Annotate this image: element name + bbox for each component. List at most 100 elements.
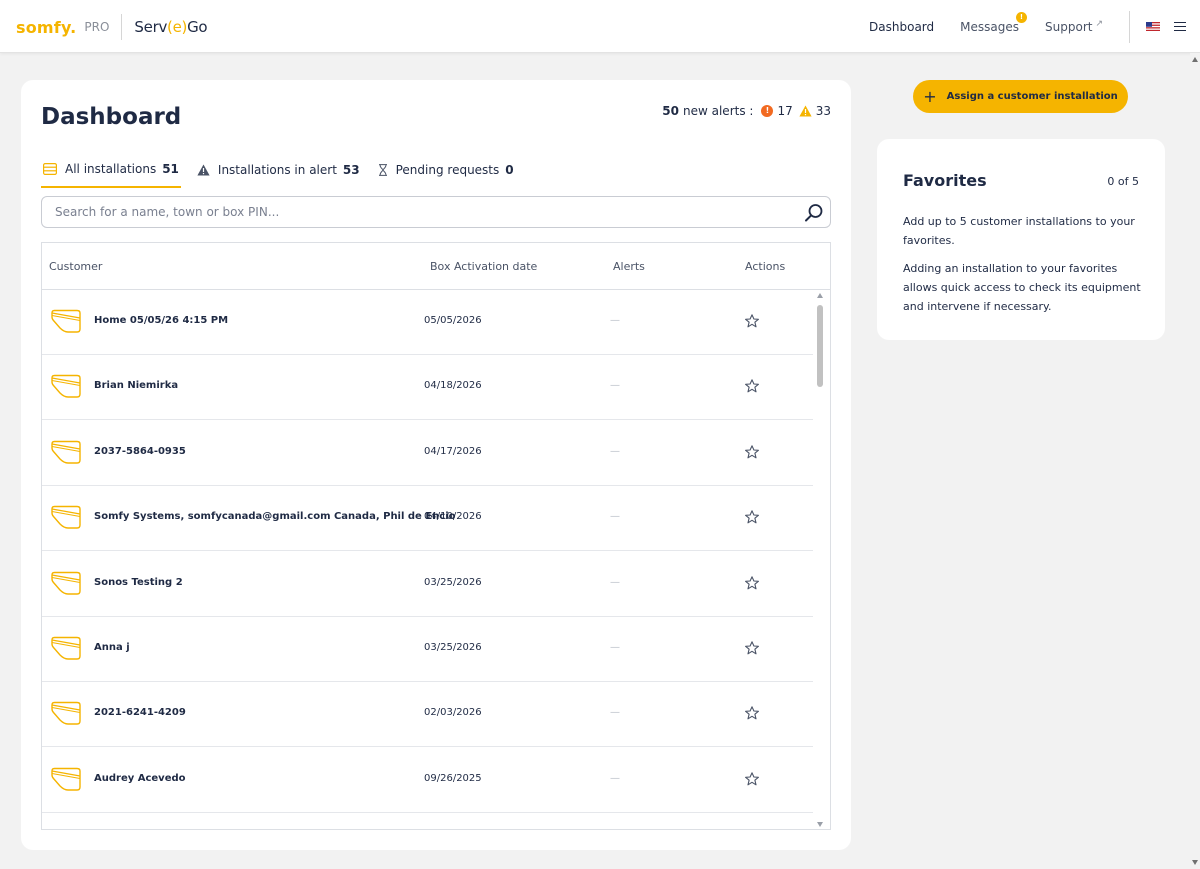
table-row[interactable]: Anna j 03/25/2026 — — [42, 617, 813, 682]
assign-installation-button[interactable]: + Assign a customer installation — [913, 80, 1128, 113]
installation-folder-icon — [50, 766, 82, 796]
alerts-text: new alerts : — [683, 104, 754, 118]
table-row[interactable]: Brian Niemirka 04/18/2026 — — [42, 355, 813, 421]
us-flag-icon[interactable] — [1146, 22, 1160, 31]
table-row[interactable]: Audrey Acevedo 09/26/2025 — — [42, 748, 813, 813]
favorite-star-icon[interactable] — [745, 444, 759, 463]
top-bar: somfy. PRO Serv(e)Go Dashboard Messages!… — [0, 0, 1200, 53]
favorites-text-1: Add up to 5 customer installations to yo… — [903, 215, 1135, 247]
activation-date: 03/25/2026 — [424, 642, 482, 653]
table-row[interactable]: Somfy Systems, somfycanada@gmail.com Can… — [42, 486, 813, 552]
tab-all-installations-count: 51 — [162, 162, 179, 176]
installation-folder-icon — [50, 504, 82, 534]
tab-pending-requests-count: 0 — [505, 163, 514, 177]
tab-all-installations[interactable]: All installations 51 — [41, 160, 181, 188]
favorite-star-icon[interactable] — [745, 705, 759, 724]
alerts-value: — — [610, 380, 620, 392]
favorite-star-icon[interactable] — [745, 313, 759, 332]
window-scroll-up-icon[interactable] — [1192, 57, 1198, 62]
column-actions: Actions — [745, 260, 786, 273]
table-row[interactable]: Sonos Testing 2 03/25/2026 — — [42, 552, 813, 617]
alerts-value: — — [610, 707, 620, 719]
installation-tabs: All installations 51 Installations in al… — [41, 160, 530, 188]
activation-date: 03/25/2026 — [424, 576, 482, 588]
error-icon: ! — [761, 105, 774, 117]
hourglass-icon — [378, 164, 388, 176]
alerts-value: — — [610, 772, 620, 784]
hamburger-menu-icon[interactable] — [1174, 21, 1186, 32]
external-link-icon: ↗ — [1095, 19, 1103, 29]
favorite-star-icon[interactable] — [745, 575, 759, 594]
tab-installations-in-alert-count: 53 — [342, 163, 360, 177]
installation-folder-icon — [50, 373, 82, 403]
window-scroll-down-icon[interactable] — [1192, 860, 1198, 865]
nav-dashboard[interactable]: Dashboard — [869, 20, 934, 34]
servego-logo-pre: Serv — [134, 18, 168, 36]
warning-icon — [799, 105, 812, 117]
alerts-value: — — [610, 642, 620, 653]
customer-name[interactable]: Anna j — [94, 642, 130, 653]
table-scrollbar[interactable] — [814, 291, 826, 829]
scroll-down-arrow-icon[interactable] — [817, 822, 823, 827]
messages-badge: ! — [1016, 11, 1028, 23]
assign-installation-label: Assign a customer installation — [946, 91, 1118, 102]
nav-support[interactable]: Support ↗ — [1045, 19, 1103, 34]
plus-icon: + — [923, 86, 937, 106]
error-count: 17 — [777, 104, 793, 118]
customer-name[interactable]: Audrey Acevedo — [94, 773, 186, 784]
nav-support-label: Support — [1045, 20, 1093, 34]
page-title: Dashboard — [41, 104, 182, 130]
nav-divider — [1129, 10, 1130, 43]
table-header: Customer Box Activation date Alerts Acti… — [42, 243, 830, 290]
favorite-star-icon[interactable] — [745, 509, 759, 528]
customer-name[interactable]: Brian Niemirka — [94, 380, 178, 391]
installation-folder-icon — [50, 308, 82, 338]
table-row[interactable]: 2037-5864-0935 04/17/2026 — — [42, 421, 813, 486]
installation-folder-icon — [50, 439, 82, 469]
favorites-text-2: Adding an installation to your favorites… — [903, 262, 1141, 313]
customer-name[interactable]: Somfy Systems, somfycanada@gmail.com Can… — [94, 511, 456, 522]
search-icon[interactable] — [804, 203, 824, 227]
favorite-star-icon[interactable] — [745, 640, 759, 659]
alerts-value: — — [610, 445, 620, 457]
tab-all-installations-label: All installations — [65, 162, 157, 176]
column-activation-date[interactable]: Box Activation date — [430, 260, 537, 273]
tab-installations-in-alert[interactable]: Installations in alert 53 — [195, 161, 362, 187]
dashboard-card: Dashboard 50 new alerts : ! 17 33 All in… — [21, 80, 851, 850]
servego-logo: Serv(e)Go — [134, 18, 207, 36]
scroll-thumb[interactable] — [817, 305, 823, 387]
customer-name[interactable]: 2021-6241-4209 — [94, 707, 186, 718]
customer-name[interactable]: Home 05/05/26 4:15 PM — [94, 315, 228, 326]
activation-date: 05/05/2026 — [424, 315, 482, 326]
alert-triangle-icon — [197, 164, 210, 176]
favorite-star-icon[interactable] — [745, 378, 759, 397]
favorite-star-icon[interactable] — [745, 771, 759, 790]
scroll-up-arrow-icon[interactable] — [817, 293, 823, 298]
warning-count: 33 — [815, 104, 831, 118]
alerts-count: 50 — [662, 104, 679, 118]
activation-date: 04/10/2026 — [424, 511, 482, 523]
customer-name[interactable]: Sonos Testing 2 — [94, 577, 183, 588]
nav-messages-label: Messages — [960, 19, 1020, 34]
alerts-summary[interactable]: 50 new alerts : ! 17 33 — [662, 104, 831, 118]
customer-name[interactable]: 2037-5864-0935 — [94, 446, 186, 457]
table-row[interactable]: 2021-6241-4209 02/03/2026 — — [42, 682, 813, 748]
favorites-title: Favorites — [903, 171, 987, 190]
column-customer[interactable]: Customer — [49, 260, 102, 273]
brand[interactable]: somfy. PRO Serv(e)Go — [16, 14, 208, 40]
table-row[interactable]: Home 05/05/26 4:15 PM 05/05/2026 — — [42, 290, 813, 355]
window-scrollbar[interactable] — [1190, 53, 1200, 869]
search-input[interactable] — [42, 197, 782, 227]
installation-folder-icon — [50, 570, 82, 600]
servego-logo-post: Go — [187, 18, 208, 36]
search-box — [41, 196, 831, 228]
nav-messages[interactable]: Messages! — [960, 11, 1028, 34]
favorites-card: Favorites 0 of 5 Add up to 5 customer in… — [877, 139, 1165, 340]
activation-date: 04/18/2026 — [424, 380, 482, 392]
somfy-logo: somfy. — [16, 17, 77, 37]
list-icon — [43, 163, 57, 175]
tab-pending-requests[interactable]: Pending requests 0 — [376, 161, 516, 187]
top-nav: Dashboard Messages! Support ↗ — [869, 0, 1200, 53]
alerts-value: — — [610, 576, 620, 588]
activation-date: 02/03/2026 — [424, 707, 482, 719]
